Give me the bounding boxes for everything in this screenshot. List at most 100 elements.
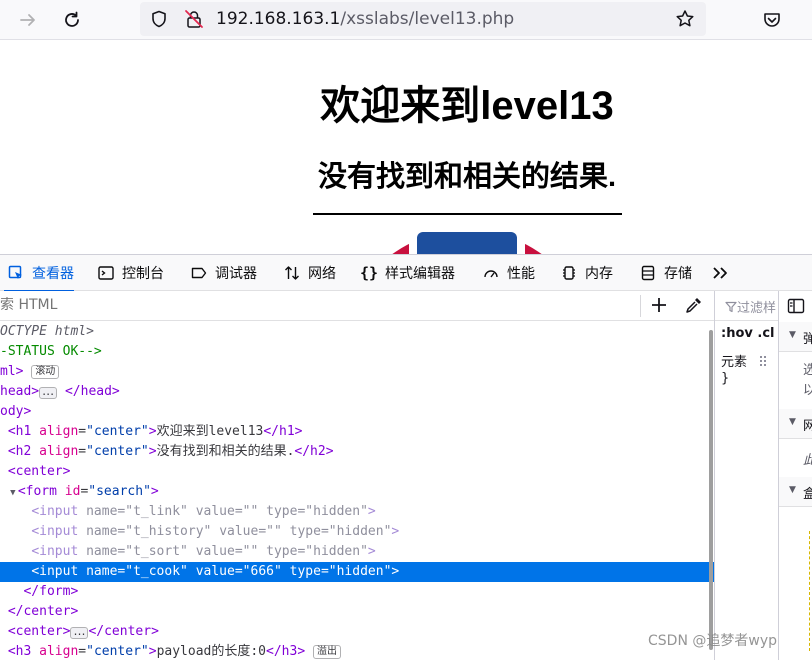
reload-button[interactable] [58,6,86,34]
expand-triangle-icon[interactable]: ▼ [8,483,18,503]
markup-scrollbar-thumb[interactable] [709,330,713,650]
input-type-value: hidden [313,504,361,519]
hov-toggle[interactable]: :hov [721,326,753,341]
overflow-badge[interactable]: 溢出 [312,645,341,659]
input-name-value: t_cook [133,564,181,579]
markup-node-head[interactable]: head>… </head> [0,382,714,402]
tab-performance[interactable]: 性能 [481,255,535,291]
layout-section-grid[interactable]: ▼ 网 [779,409,812,439]
markup-tree: OCTYPE html> -STATUS OK--> ml> 滚动 head>…… [0,321,714,660]
layout-section-text: 此 [803,449,812,468]
h1-node-text: 欢迎来到level13 [156,424,264,439]
tab-debugger-label: 调试器 [215,266,257,282]
markup-node-center-collapsed[interactable]: <center>… </center> [0,622,714,642]
tab-storage[interactable]: 存储 [638,255,692,291]
rules-pseudo-toggles: :hov .cl [721,326,775,341]
form-id-value: search [96,484,144,499]
eyedropper-button[interactable] [684,295,706,317]
markup-node-html[interactable]: ml> 滚动 [0,362,714,382]
layout-section-text: 以 [803,379,812,398]
more-tabs-button[interactable] [710,255,736,291]
url-text[interactable]: 192.168.163.1/xsslabs/level13.php [216,9,514,29]
collapsed-ellipsis-button[interactable]: … [70,625,89,639]
tab-debugger[interactable]: 调试器 [189,255,257,291]
insecure-lock-icon[interactable] [184,9,204,29]
search-html-input[interactable] [0,297,600,313]
url-bar[interactable]: 192.168.163.1/xsslabs/level13.php [140,2,706,36]
tab-storage-label: 存储 [664,266,692,282]
markup-node-input-t-cook[interactable]: <input name="t_cook" value="666" type="h… [0,562,714,582]
collapse-triangle-icon: ▼ [789,330,796,340]
page-title: 欢迎来到level13 [320,84,614,128]
markup-node-h1[interactable]: <h1 align="center">欢迎来到level13</h1> [0,422,714,442]
layout-section-label: 盒 [803,483,812,502]
console-icon [96,263,116,283]
search-separator [640,295,641,317]
tab-style-editor[interactable]: {} 样式编辑器 [359,255,455,291]
tab-style-editor-label: 样式编辑器 [385,266,455,282]
tab-console-label: 控制台 [122,266,164,282]
h1-align-value: center [93,424,141,439]
layout-pane: ▼ 弹 选 以 ▼ 网 此 ▼ 盒 [778,291,812,660]
bookmark-star-icon[interactable] [675,9,695,29]
markup-node-h3[interactable]: <h3 align="center">payload的长度:0</h3> 溢出 [0,642,714,660]
rules-filter-placeholder: 过滤样 [737,301,777,316]
level-image [313,218,622,254]
sidebar-toggle-icon [787,298,805,314]
tab-inspector[interactable]: 查看器 [4,255,74,292]
tab-inspector-label: 查看器 [32,266,74,282]
add-node-button[interactable] [649,295,671,317]
markup-node-comment[interactable]: -STATUS OK--> [0,342,714,362]
page-subtitle: 没有找到和相关的结果. [317,161,617,193]
markup-node-h2[interactable]: <h2 align="center">没有找到和相关的结果.</h2> [0,442,714,462]
markup-node-input-t-history[interactable]: <input name="t_history" value="" type="h… [0,522,714,542]
markup-node-input-t-link[interactable]: <input name="t_link" value="" type="hidd… [0,502,714,522]
markup-node-body[interactable]: ody> [0,402,714,422]
rules-pane: 过滤样 :hov .cl 元素 } [714,291,778,660]
tab-memory[interactable]: 内存 [559,255,613,291]
markup-node-form-close[interactable]: </form> [0,582,714,602]
head-open-tag: head> [0,384,40,399]
cls-toggle[interactable]: .cl [757,326,774,341]
markup-node-form[interactable]: ▼ <form id="search"> [0,482,714,502]
markup-search-bar [0,291,714,321]
grid-dots-icon[interactable] [759,355,771,367]
collapse-triangle-icon: ▼ [789,485,796,495]
page-viewport: 欢迎来到level13 没有找到和相关的结果. [0,41,812,254]
browser-toolbar: 192.168.163.1/xsslabs/level13.php [0,0,812,40]
storage-icon [638,263,658,283]
url-host: 192.168.163.1 [216,9,341,29]
scroll-badge[interactable]: 滚动 [31,365,60,379]
rules-filter-input[interactable]: 过滤样 [715,291,778,321]
forward-button[interactable] [14,6,42,34]
input-name-value: t_link [133,504,181,519]
h2-align-value: center [93,444,141,459]
markup-node-center-close[interactable]: </center> [0,602,714,622]
comment-text: -STATUS OK--> [0,344,102,359]
layout-section-box-model[interactable]: ▼ 盒 [779,477,812,507]
markup-node-input-t-sort[interactable]: <input name="t_sort" value="" type="hidd… [0,542,714,562]
performance-icon [481,263,501,283]
input-type-value: hidden [336,524,384,539]
pocket-button[interactable] [758,6,786,34]
tracking-shield-icon[interactable] [150,10,168,28]
element-rule-selector: 元素 [721,355,748,370]
element-rule-close-brace: } [721,371,730,386]
html-tag: ml> [0,364,24,379]
markup-node-doctype[interactable]: OCTYPE html> [0,322,714,342]
inspector-icon [6,263,26,283]
network-icon [282,263,302,283]
memory-icon [559,263,579,283]
h2-node-text: 没有找到和相关的结果. [156,444,295,459]
layout-section-flexbox[interactable]: ▼ 弹 [779,322,812,352]
tab-network-label: 网络 [308,266,336,282]
markup-node-center[interactable]: <center> [0,462,714,482]
pocket-icon [764,13,780,27]
tab-console[interactable]: 控制台 [96,255,164,291]
toggle-sidebar-button[interactable] [787,297,805,319]
tab-network[interactable]: 网络 [282,255,336,291]
collapsed-ellipsis-button[interactable]: … [39,385,58,399]
layout-section-label: 网 [803,415,812,434]
input-name-value: t_history [133,524,204,539]
collapse-triangle-icon: ▼ [789,417,796,427]
